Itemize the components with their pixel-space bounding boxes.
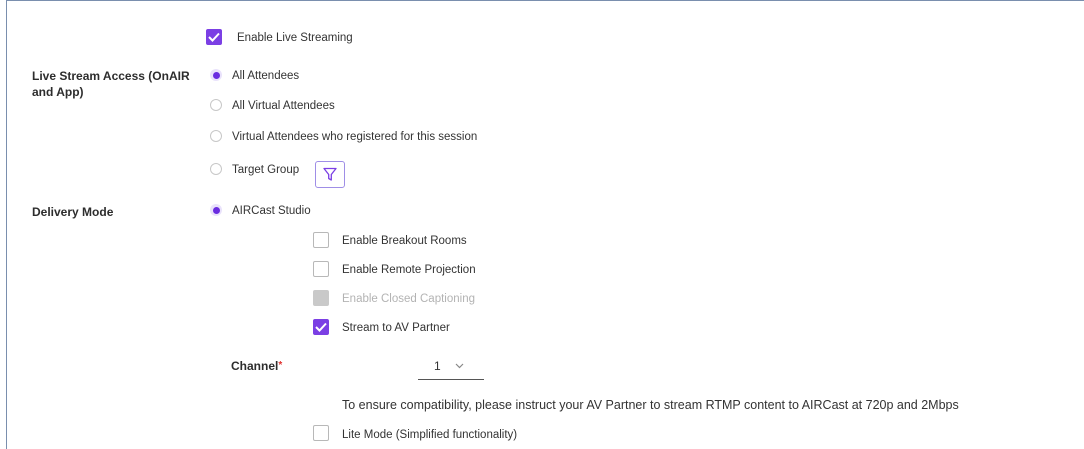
- frame-left-border: [6, 0, 7, 449]
- stream-to-av-partner-checkbox[interactable]: [313, 319, 329, 335]
- stream-to-av-partner-label: Stream to AV Partner: [342, 322, 450, 334]
- channel-select[interactable]: 1: [418, 353, 484, 380]
- channel-label: Channel*: [231, 358, 282, 374]
- av-partner-notice: To ensure compatibility, please instruct…: [342, 398, 959, 412]
- check-icon: [208, 32, 220, 42]
- radio-aircast-studio-label: AIRCast Studio: [232, 205, 311, 217]
- enable-remote-projection-checkbox[interactable]: [313, 261, 329, 277]
- radio-all-virtual-attendees[interactable]: [210, 99, 222, 111]
- radio-registered-virtual-attendees[interactable]: [210, 130, 222, 142]
- lite-mode-label: Lite Mode (Simplified functionality): [342, 429, 518, 441]
- chevron-down-icon: [455, 363, 464, 369]
- channel-select-value: 1: [434, 359, 441, 373]
- radio-target-group-label: Target Group: [232, 164, 300, 176]
- enable-live-streaming-checkbox[interactable]: [206, 29, 222, 45]
- enable-breakout-rooms-checkbox[interactable]: [313, 232, 329, 248]
- enable-closed-captioning-label: Enable Closed Captioning: [342, 293, 475, 305]
- channel-label-text: Channel: [231, 359, 279, 373]
- filter-icon: [323, 167, 337, 181]
- frame-top-border: [6, 0, 1084, 1]
- enable-remote-projection-label: Enable Remote Projection: [342, 264, 476, 276]
- radio-aircast-studio[interactable]: [210, 204, 222, 216]
- enable-breakout-rooms-label: Enable Breakout Rooms: [342, 235, 467, 247]
- enable-live-streaming-label: Enable Live Streaming: [237, 32, 353, 44]
- delivery-mode-label: Delivery Mode: [32, 205, 114, 219]
- required-marker: *: [278, 360, 283, 371]
- radio-all-attendees[interactable]: [210, 69, 222, 81]
- target-group-filter-button[interactable]: [315, 161, 345, 188]
- enable-closed-captioning-checkbox: [313, 290, 329, 306]
- radio-registered-virtual-attendees-label: Virtual Attendees who registered for thi…: [232, 131, 478, 143]
- check-icon: [315, 322, 327, 332]
- radio-all-attendees-label: All Attendees: [232, 70, 300, 82]
- radio-all-virtual-attendees-label: All Virtual Attendees: [232, 100, 335, 112]
- lite-mode-checkbox[interactable]: [313, 425, 329, 441]
- radio-target-group[interactable]: [210, 163, 222, 175]
- live-stream-access-label: Live Stream Access (OnAIR and App): [32, 69, 190, 99]
